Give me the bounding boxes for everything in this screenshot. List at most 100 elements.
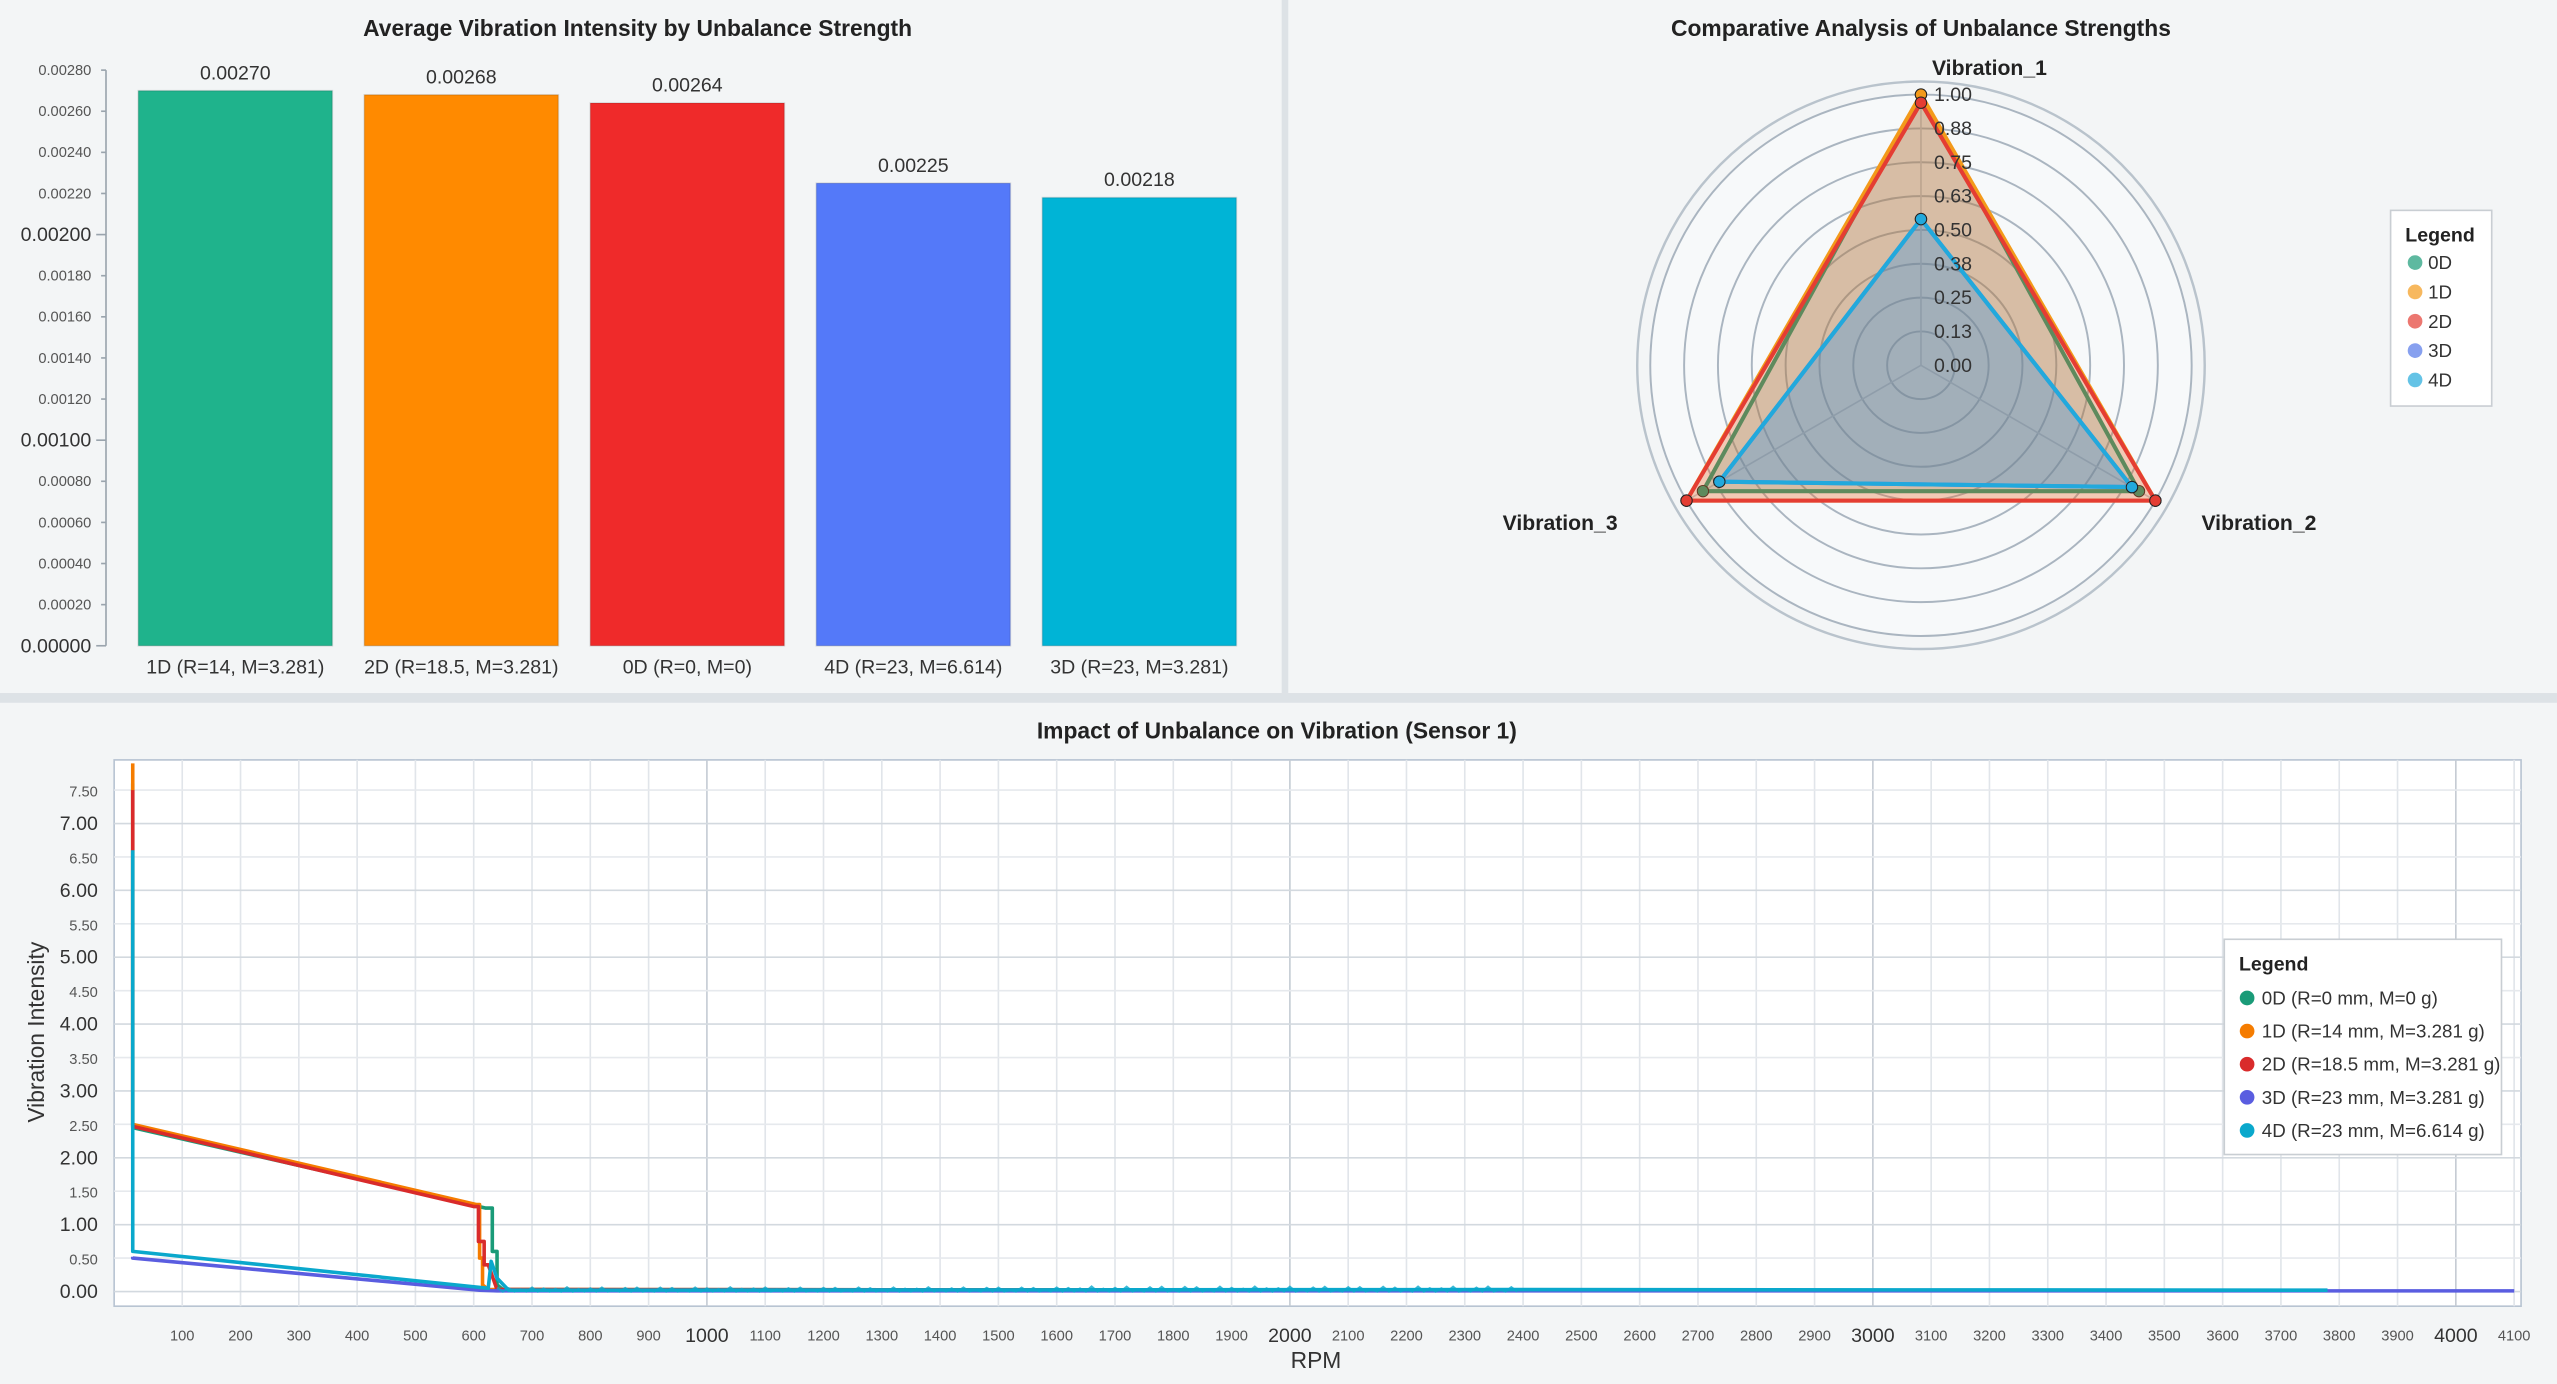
line-x-tick-label: 1200 <box>807 1328 840 1344</box>
line-x-tick-label: 800 <box>578 1328 602 1344</box>
line-legend-title: Legend <box>2239 953 2309 975</box>
bar-category-label: 0D (R=0, M=0) <box>623 656 752 678</box>
bar-y-tick-label: 0.00160 <box>38 310 91 326</box>
line-x-tick-label: 2200 <box>1390 1328 1423 1344</box>
line-legend: Legend 0D (R=0 mm, M=0 g) 1D (R=14 mm, M=… <box>2223 938 2503 1156</box>
line-x-tick-label: 1000 <box>685 1325 729 1347</box>
line-y-tick-label: 7.50 <box>69 785 98 801</box>
line-x-tick-label: 2600 <box>1623 1328 1656 1344</box>
line-x-tick-label: 1100 <box>749 1328 781 1344</box>
radar-legend-swatch <box>2407 372 2423 388</box>
line-x-tick-label: 2300 <box>1448 1328 1481 1344</box>
line-y-tick-label: 0.50 <box>69 1253 98 1269</box>
line-x-tick-label: 4000 <box>2434 1325 2478 1347</box>
line-x-tick-label: 1800 <box>1157 1328 1190 1344</box>
bar <box>1041 196 1238 647</box>
radar-r-tick-label: 0.25 <box>1934 287 1972 309</box>
line-y-tick-label: 2.00 <box>60 1147 98 1169</box>
line-y-tick-label: 3.50 <box>69 1052 98 1068</box>
line-legend-swatch <box>2239 1023 2255 1039</box>
bar <box>589 102 786 647</box>
line-y-tick-label: 3.00 <box>60 1080 98 1102</box>
line-y-tick-label: 6.50 <box>69 851 98 867</box>
line-legend-label: 1D (R=14 mm, M=3.281 g) <box>2262 1021 2485 1042</box>
line-x-tick-label: 2500 <box>1565 1328 1598 1344</box>
bar <box>815 182 1012 647</box>
line-x-tick-label: 900 <box>636 1328 660 1344</box>
line-x-tick-label: 3500 <box>2148 1328 2181 1344</box>
line-x-tick-label: 3900 <box>2381 1328 2414 1344</box>
radar-r-tick-label: 1.00 <box>1934 84 1972 106</box>
line-legend-label: 0D (R=0 mm, M=0 g) <box>2262 988 2438 1009</box>
bar-y-tick-label: 0.00260 <box>38 104 91 120</box>
line-x-tick-label: 3400 <box>2090 1328 2123 1344</box>
line-legend-label: 3D (R=23 mm, M=3.281 g) <box>2262 1087 2485 1108</box>
line-x-tick-label: 100 <box>170 1328 194 1344</box>
line-x-tick-label: 4100 <box>2498 1328 2531 1344</box>
dashboard-canvas: Average Vibration Intensity by Unbalance… <box>0 0 2557 1384</box>
bar-chart-title: Average Vibration Intensity by Unbalance… <box>363 15 912 41</box>
line-x-axis-title: RPM <box>1291 1347 1342 1373</box>
bar-value-label: 0.00270 <box>200 62 271 84</box>
bar <box>137 89 334 647</box>
line-x-tick-label: 700 <box>520 1328 544 1344</box>
bar <box>363 93 560 647</box>
line-x-tick-label: 3600 <box>2206 1328 2239 1344</box>
line-x-tick-label: 600 <box>461 1328 485 1344</box>
line-y-tick-label: 4.00 <box>60 1014 98 1036</box>
radar-point <box>1713 475 1726 488</box>
line-x-tick-label: 3100 <box>1915 1328 1948 1344</box>
radar-legend-swatch <box>2407 255 2423 270</box>
line-x-tick-label: 300 <box>287 1328 311 1344</box>
line-x-tick-label: 1300 <box>865 1328 898 1344</box>
radar-legend-label: 1D <box>2428 281 2452 302</box>
line-x-tick-label: 2900 <box>1798 1328 1831 1344</box>
line-x-tick-label: 1700 <box>1099 1328 1132 1344</box>
radar-legend: Legend 0D 1D 2D 3D 4D <box>2389 209 2493 407</box>
bar-y-tick-label: 0.00140 <box>38 351 91 367</box>
radar-legend-swatch <box>2407 313 2423 329</box>
radar-legend-swatch <box>2407 284 2423 300</box>
line-x-tick-label: 1900 <box>1215 1328 1248 1344</box>
line-x-tick-label: 3800 <box>2323 1328 2356 1344</box>
line-x-tick-label: 400 <box>345 1328 369 1344</box>
line-x-tick-label: 2800 <box>1740 1328 1773 1344</box>
radar-r-tick-label: 0.75 <box>1934 152 1972 174</box>
bar-y-tick-label: 0.00240 <box>38 145 91 161</box>
radar-legend-title: Legend <box>2405 224 2475 246</box>
line-y-tick-label: 1.50 <box>69 1186 98 1202</box>
radar-point <box>2125 480 2139 494</box>
line-x-tick-label: 2700 <box>1682 1328 1715 1344</box>
bar-y-tick-label: 0.00080 <box>38 474 91 490</box>
line-legend-swatch <box>2239 990 2255 1006</box>
line-legend-label: 4D (R=23 mm, M=6.614 g) <box>2262 1120 2485 1141</box>
line-x-tick-label: 1600 <box>1040 1328 1073 1344</box>
radar-legend-label: 4D <box>2428 369 2452 390</box>
radar-axis-label: Vibration_2 <box>2201 512 2316 535</box>
line-x-tick-label: 1500 <box>982 1328 1015 1344</box>
radar-axis-label: Vibration_3 <box>1503 512 1618 535</box>
line-y-tick-label: 4.50 <box>69 985 98 1001</box>
bar-y-tick-label: 0.00220 <box>38 186 91 202</box>
radar-r-tick-label: 0.00 <box>1934 355 1972 377</box>
radar-chart-title: Comparative Analysis of Unbalance Streng… <box>1671 15 2171 41</box>
line-y-tick-label: 0.00 <box>60 1281 98 1303</box>
line-x-tick-label: 2100 <box>1332 1328 1365 1344</box>
line-x-tick-label: 2400 <box>1507 1328 1540 1344</box>
radar-r-tick-label: 0.63 <box>1934 186 1972 208</box>
line-legend-swatch <box>2239 1089 2255 1105</box>
bar-category-label: 2D (R=18.5, M=3.281) <box>364 656 558 678</box>
radar-legend-label: 3D <box>2428 340 2452 361</box>
radar-r-tick-label: 0.38 <box>1934 253 1972 275</box>
line-x-tick-label: 3200 <box>1973 1328 2006 1344</box>
bar-value-label: 0.00268 <box>426 66 497 88</box>
bar-y-tick-label: 0.00180 <box>38 269 91 285</box>
radar-point <box>2149 494 2162 507</box>
radar-point <box>1680 494 1693 507</box>
line-chart: Impact of Unbalance on Vibration (Sensor… <box>23 718 2530 1373</box>
line-x-tick-label: 500 <box>403 1328 427 1344</box>
line-x-tick-label: 200 <box>228 1328 252 1344</box>
bar-category-label: 3D (R=23, M=3.281) <box>1050 656 1228 678</box>
line-legend-label: 2D (R=18.5 mm, M=3.281 g) <box>2262 1054 2501 1075</box>
bar-y-tick-label: 0.00120 <box>38 392 91 408</box>
